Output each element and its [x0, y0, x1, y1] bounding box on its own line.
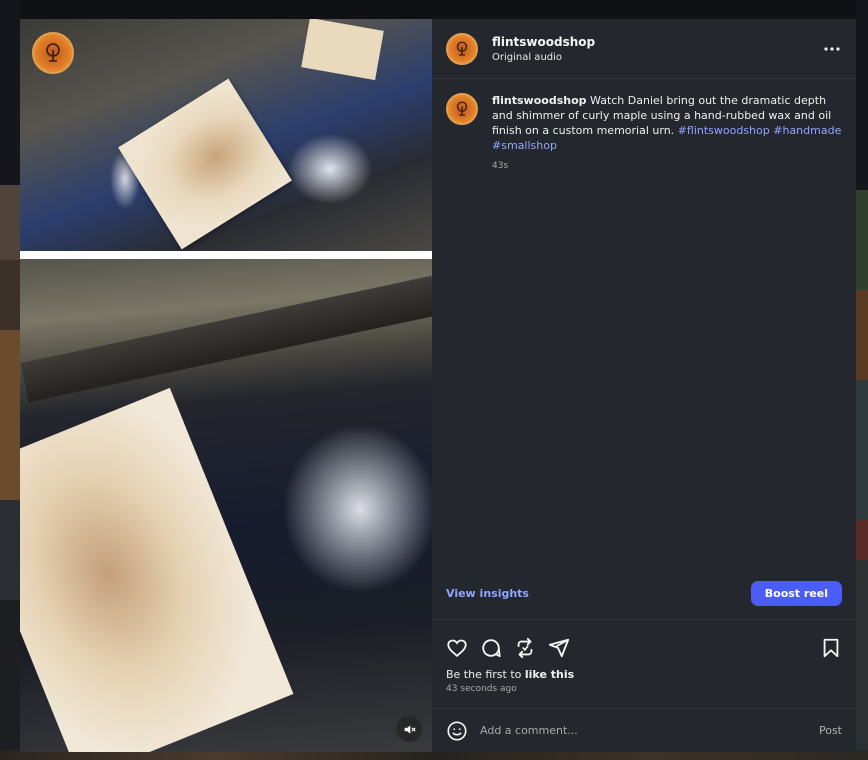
mute-toggle-button[interactable] [396, 716, 422, 742]
hashtag-link[interactable]: #smallshop [492, 139, 557, 152]
caption-username[interactable]: flintswoodshop [492, 94, 587, 107]
post-timestamp: 43 seconds ago [446, 684, 517, 694]
avatar[interactable] [446, 32, 478, 65]
header-names: flintswoodshop Original audio [492, 35, 822, 63]
tree-logo-icon [456, 41, 468, 56]
header-username[interactable]: flintswoodshop [492, 35, 822, 49]
hashtag-link[interactable]: #flintswoodshop [678, 124, 770, 137]
likes-prefix: Be the first to [446, 668, 525, 681]
send-icon[interactable] [548, 637, 570, 659]
frame-divider [20, 251, 432, 259]
post-modal: flintswoodshop Original audio flintswood… [20, 19, 856, 752]
insights-bar: View insights Boost reel [432, 568, 856, 620]
likes-summary: Be the first to like this [432, 668, 856, 681]
comment-input[interactable] [480, 724, 819, 737]
comments-area [432, 174, 856, 568]
emoji-icon[interactable] [446, 720, 468, 742]
audio-link[interactable]: Original audio [492, 52, 822, 63]
tree-logo-icon [46, 43, 60, 62]
caption-time: 43s [492, 161, 509, 171]
post-comment-button[interactable]: Post [819, 724, 842, 737]
wood-block [301, 19, 384, 81]
watermark-avatar [32, 32, 74, 74]
like-this-link[interactable]: like this [525, 668, 574, 681]
muted-speaker-icon [404, 724, 416, 734]
background-left-strip [0, 0, 20, 760]
bookmark-icon[interactable] [820, 637, 842, 659]
hashtag-link[interactable]: #handmade [773, 124, 841, 137]
heart-icon[interactable] [446, 637, 468, 659]
post-header: flintswoodshop Original audio [432, 19, 856, 79]
action-bar [432, 620, 856, 664]
post-details-panel: flintswoodshop Original audio flintswood… [432, 19, 856, 752]
reel-video[interactable] [20, 19, 432, 752]
boost-reel-button[interactable]: Boost reel [750, 581, 842, 606]
bench-ledge [20, 275, 432, 403]
video-frame-top [20, 19, 432, 251]
video-frame-bottom [20, 259, 432, 752]
more-options-icon[interactable] [822, 39, 842, 59]
caption: flintswoodshop Watch Daniel bring out th… [432, 79, 856, 174]
comment-icon[interactable] [480, 637, 502, 659]
caption-body: flintswoodshop Watch Daniel bring out th… [492, 93, 842, 174]
tree-logo-icon [456, 101, 468, 116]
comment-composer: Post [432, 708, 856, 752]
maple-board [118, 78, 292, 250]
caption-text-block: flintswoodshop Watch Daniel bring out th… [492, 93, 842, 153]
background-right-strip [856, 0, 868, 760]
caption-avatar[interactable] [446, 93, 478, 125]
view-insights-link[interactable]: View insights [446, 587, 529, 600]
maple-board-closeup [20, 387, 294, 752]
repost-icon[interactable] [514, 637, 536, 659]
